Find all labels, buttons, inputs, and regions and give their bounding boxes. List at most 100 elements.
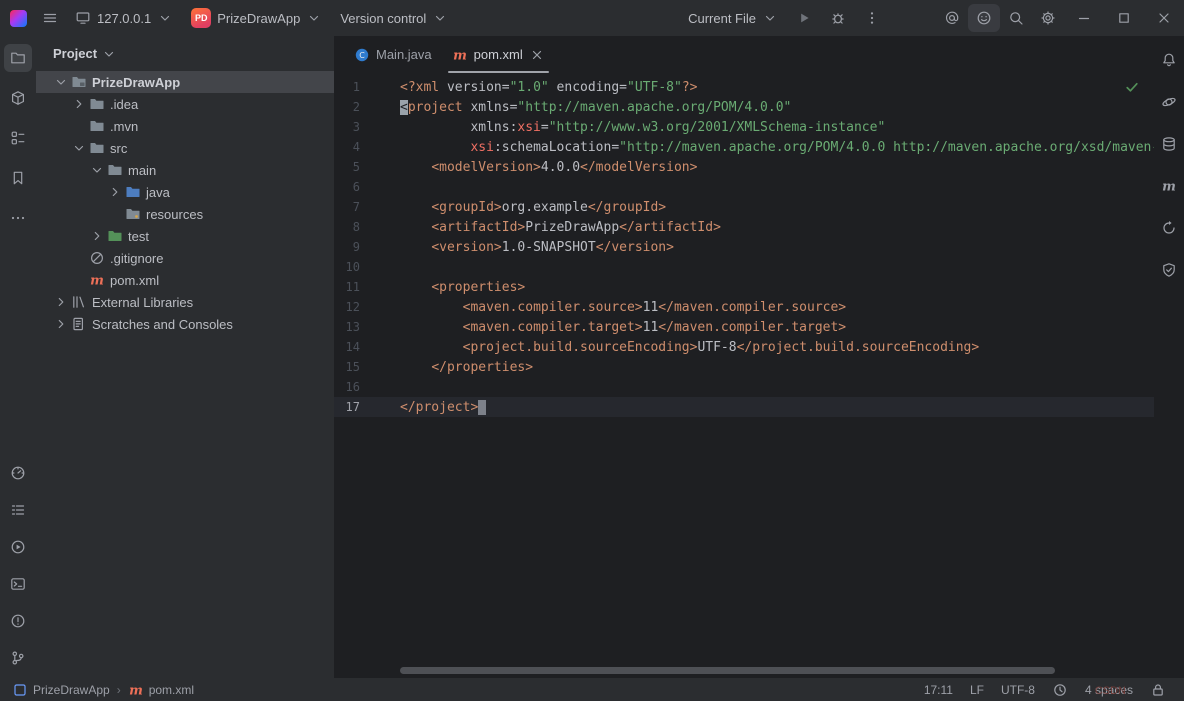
maven-icon: m: [88, 272, 106, 288]
code-line-10[interactable]: 10: [334, 257, 1154, 277]
code-line-13[interactable]: 13 <maven.compiler.target>11</maven.comp…: [334, 317, 1154, 337]
commit-tool-button[interactable]: [4, 84, 32, 112]
tree-item-test[interactable]: test: [36, 225, 334, 247]
more-run-actions-button[interactable]: [856, 4, 888, 32]
code-line-12[interactable]: 12 <maven.compiler.source>11</maven.comp…: [334, 297, 1154, 317]
project-tree: PrizeDrawApp.idea .mvn src main javaresource…: [36, 71, 334, 678]
line-separator-widget[interactable]: LF: [970, 683, 984, 697]
services-tool-button[interactable]: [4, 533, 32, 561]
database-button[interactable]: [1155, 130, 1183, 158]
tree-item-gitignore[interactable]: .gitignore: [36, 247, 334, 269]
tree-item-mvn[interactable]: .mvn: [36, 115, 334, 137]
window-maximize-button[interactable]: [1104, 0, 1144, 36]
host-widget[interactable]: 127.0.0.1: [67, 6, 181, 30]
breadcrumb-prizedrawapp[interactable]: PrizeDrawApp: [12, 682, 110, 698]
editor-tab-main-java[interactable]: CMain.java: [344, 36, 442, 73]
tree-item-prizedrawapp[interactable]: PrizeDrawApp: [36, 71, 334, 93]
code-line-2[interactable]: 2<project xmlns="http://maven.apache.org…: [334, 97, 1154, 117]
tree-item-label: .gitignore: [110, 251, 163, 266]
chevron-right-icon[interactable]: [107, 184, 123, 200]
window-minimize-button[interactable]: [1064, 0, 1104, 36]
code-line-3[interactable]: 3 xmlns:xsi="http://www.w3.org/2001/XMLS…: [334, 117, 1154, 137]
tree-item-pom-xml[interactable]: mpom.xml: [36, 269, 334, 291]
inspections-ok-icon[interactable]: [1124, 79, 1140, 95]
problems-tool-button[interactable]: [4, 607, 32, 635]
chevron-right-icon[interactable]: [53, 294, 69, 310]
mentions-button[interactable]: [936, 4, 968, 32]
code-line-15[interactable]: 15 </properties>: [334, 357, 1154, 377]
run-configuration-selector[interactable]: Current File: [680, 6, 786, 30]
tree-item-src[interactable]: src: [36, 137, 334, 159]
tree-item-java[interactable]: java: [36, 181, 334, 203]
project-panel-header[interactable]: Project: [36, 36, 334, 71]
search-everywhere-button[interactable]: [1000, 4, 1032, 32]
project-name-label: PrizeDrawApp: [217, 11, 300, 26]
code-line-17[interactable]: 17</project>: [334, 397, 1154, 417]
code-line-8[interactable]: 8 <artifactId>PrizeDrawApp</artifactId>: [334, 217, 1154, 237]
svg-text:m: m: [129, 683, 143, 698]
maven-button[interactable]: m: [1155, 172, 1183, 200]
code-line-4[interactable]: 4 xsi:schemaLocation="http://maven.apach…: [334, 137, 1154, 157]
chevron-right-icon[interactable]: [89, 228, 105, 244]
structure-tool-button[interactable]: [4, 124, 32, 152]
code-line-1[interactable]: 1<?xml version="1.0" encoding="UTF-8"?>: [334, 77, 1154, 97]
tab-close-icon[interactable]: [529, 47, 545, 63]
readonly-lock-icon[interactable]: [1150, 682, 1166, 698]
chevron-down-icon[interactable]: [53, 74, 69, 90]
chevron-down-icon[interactable]: [71, 140, 87, 156]
project-tool-button[interactable]: [4, 44, 32, 72]
editor-tab-pom-xml[interactable]: mpom.xml: [442, 36, 555, 73]
breadcrumb-separator: ›: [117, 683, 121, 697]
settings-button[interactable]: [1032, 4, 1064, 32]
code-line-9[interactable]: 9 <version>1.0-SNAPSHOT</version>: [334, 237, 1154, 257]
ai-assistant-button[interactable]: [1155, 88, 1183, 116]
profile-button[interactable]: [968, 4, 1000, 32]
line-number: 5: [334, 157, 360, 177]
code-line-16[interactable]: 16: [334, 377, 1154, 397]
line-number: 6: [334, 177, 360, 197]
tree-item-resources[interactable]: resources: [36, 203, 334, 225]
run-button[interactable]: [788, 4, 820, 32]
caret-position-widget[interactable]: 17:11: [924, 683, 953, 697]
profiler-tool-button[interactable]: [4, 459, 32, 487]
terminal-icon: [10, 576, 26, 592]
code-line-6[interactable]: 6: [334, 177, 1154, 197]
horizontal-scrollbar[interactable]: [400, 667, 1055, 674]
version-control-widget[interactable]: Version control: [332, 6, 456, 30]
tree-item-scratches-and-consoles[interactable]: Scratches and Consoles: [36, 313, 334, 335]
minimize-icon: [1076, 10, 1092, 26]
tree-item-external-libraries[interactable]: External Libraries: [36, 291, 334, 313]
code-line-7[interactable]: 7 <groupId>org.example</groupId>: [334, 197, 1154, 217]
todo-tool-button[interactable]: [4, 496, 32, 524]
security-analysis-button[interactable]: [1155, 256, 1183, 284]
version-control-tool-button[interactable]: [4, 644, 32, 672]
code-line-5[interactable]: 5 <modelVersion>4.0.0</modelVersion>: [334, 157, 1154, 177]
dependencies-button[interactable]: [1155, 214, 1183, 242]
chevron-down-icon[interactable]: [89, 162, 105, 178]
debug-button[interactable]: [822, 4, 854, 32]
bookmarks-tool-button[interactable]: [4, 164, 32, 192]
tree-item-main[interactable]: main: [36, 159, 334, 181]
project-widget[interactable]: PD PrizeDrawApp: [183, 4, 330, 32]
tree-item-label: .mvn: [110, 119, 138, 134]
encoding-widget[interactable]: UTF-8: [1001, 683, 1035, 697]
more-tools-button[interactable]: [4, 204, 32, 232]
breadcrumb-pom-xml[interactable]: mpom.xml: [128, 682, 194, 698]
code-editor[interactable]: 1<?xml version="1.0" encoding="UTF-8"?>2…: [334, 73, 1154, 678]
svg-text:m: m: [453, 48, 467, 63]
main-menu-button[interactable]: [35, 4, 65, 32]
code-line-14[interactable]: 14 <project.build.sourceEncoding>UTF-8</…: [334, 337, 1154, 357]
notifications-button[interactable]: [1155, 46, 1183, 74]
terminal-tool-button[interactable]: [4, 570, 32, 598]
more-icon: [10, 210, 26, 226]
clock-icon[interactable]: [1052, 682, 1068, 698]
tree-item-idea[interactable]: .idea: [36, 93, 334, 115]
indent-widget[interactable]: 4 spaces: [1085, 683, 1133, 697]
code-line-11[interactable]: 11 <properties>: [334, 277, 1154, 297]
chevron-right-icon[interactable]: [53, 316, 69, 332]
window-close-button[interactable]: [1144, 0, 1184, 36]
svg-text:C: C: [359, 50, 365, 59]
chevron-right-icon[interactable]: [71, 96, 87, 112]
ai-icon: [1161, 94, 1177, 110]
tree-item-label: main: [128, 163, 156, 178]
